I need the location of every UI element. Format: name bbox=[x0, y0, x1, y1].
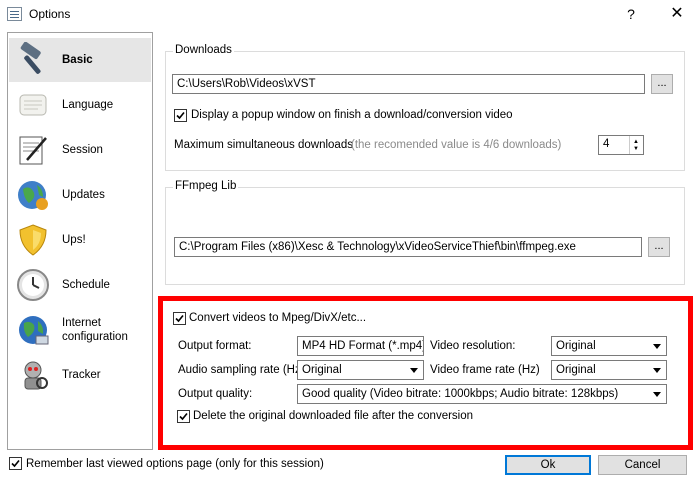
sidebar-item-label: Session bbox=[62, 144, 103, 156]
spinner-buttons[interactable]: ▲ ▼ bbox=[629, 136, 643, 154]
sidebar-item-label: Basic bbox=[62, 54, 93, 66]
sidebar-item-label: Tracker bbox=[62, 369, 101, 381]
popup-checkbox[interactable] bbox=[174, 109, 187, 122]
max-downloads-value: 4 bbox=[603, 138, 610, 150]
hammer-icon bbox=[20, 42, 41, 74]
download-folder-field[interactable]: C:\Users\Rob\Videos\xVST bbox=[172, 74, 645, 94]
spin-up-icon[interactable]: ▲ bbox=[633, 139, 639, 145]
checkmark-icon bbox=[176, 111, 185, 120]
remember-page-label: Remember last viewed options page (only … bbox=[26, 458, 324, 470]
ok-button[interactable]: Ok bbox=[505, 455, 591, 475]
sidebar-item-label: Schedule bbox=[62, 279, 110, 291]
checkmark-icon bbox=[11, 459, 20, 468]
sidebar-item-updates[interactable]: Updates bbox=[9, 173, 151, 217]
internet-globe-icon bbox=[19, 316, 49, 345]
spin-down-icon[interactable]: ▼ bbox=[633, 146, 639, 152]
cancel-button[interactable]: Cancel bbox=[598, 455, 687, 475]
sidebar-item-language[interactable]: Language bbox=[9, 83, 151, 127]
window-title: Options bbox=[29, 7, 71, 21]
tracker-robot-icon bbox=[24, 361, 48, 390]
shield-icon bbox=[19, 224, 47, 256]
ffmpeg-group-title: FFmpeg Lib bbox=[173, 180, 239, 192]
ffmpeg-browse-button[interactable]: ... bbox=[648, 237, 670, 257]
notepad-pen-icon bbox=[19, 136, 47, 165]
max-downloads-label: Maximum simultaneous downloads bbox=[174, 139, 353, 151]
sidebar-item-tracker[interactable]: Tracker bbox=[9, 353, 151, 397]
sidebar-item-label: Language bbox=[62, 99, 114, 111]
sidebar-item-schedule[interactable]: Schedule bbox=[9, 263, 151, 307]
max-downloads-hint: (the recomended value is 4/6 downloads) bbox=[351, 139, 562, 151]
scroll-icon bbox=[19, 94, 47, 116]
highlight-frame bbox=[158, 296, 693, 450]
options-sidebar: Basic Language Session Updates Ups! Sche… bbox=[7, 32, 153, 450]
sidebar-item-session[interactable]: Session bbox=[9, 128, 151, 172]
sidebar-item-label: Internet configuration bbox=[62, 317, 128, 343]
clock-icon bbox=[17, 269, 49, 301]
download-folder-browse-button[interactable]: ... bbox=[651, 74, 673, 94]
remember-page-checkbox[interactable] bbox=[9, 457, 22, 470]
globe-update-icon bbox=[18, 181, 48, 210]
max-downloads-spinner[interactable]: 4 ▲ ▼ bbox=[598, 135, 644, 155]
downloads-group-title: Downloads bbox=[173, 44, 234, 56]
sidebar-item-internet-configuration[interactable]: Internet configuration bbox=[9, 308, 151, 352]
title-bar: Options ? ✕ bbox=[0, 0, 700, 28]
ffmpeg-group: FFmpeg Lib bbox=[165, 180, 685, 285]
sidebar-item-ups[interactable]: Ups! bbox=[9, 218, 151, 262]
ffmpeg-path-field[interactable]: C:\Program Files (x86)\Xesc & Technology… bbox=[174, 237, 642, 257]
options-window-icon bbox=[7, 7, 22, 21]
sidebar-item-label: Updates bbox=[62, 189, 105, 201]
sidebar-item-label: Ups! bbox=[62, 234, 86, 246]
sidebar-item-basic[interactable]: Basic bbox=[9, 38, 151, 82]
popup-checkbox-label: Display a popup window on finish a downl… bbox=[191, 109, 513, 121]
close-button[interactable]: ✕ bbox=[654, 0, 700, 28]
help-button[interactable]: ? bbox=[608, 0, 654, 28]
